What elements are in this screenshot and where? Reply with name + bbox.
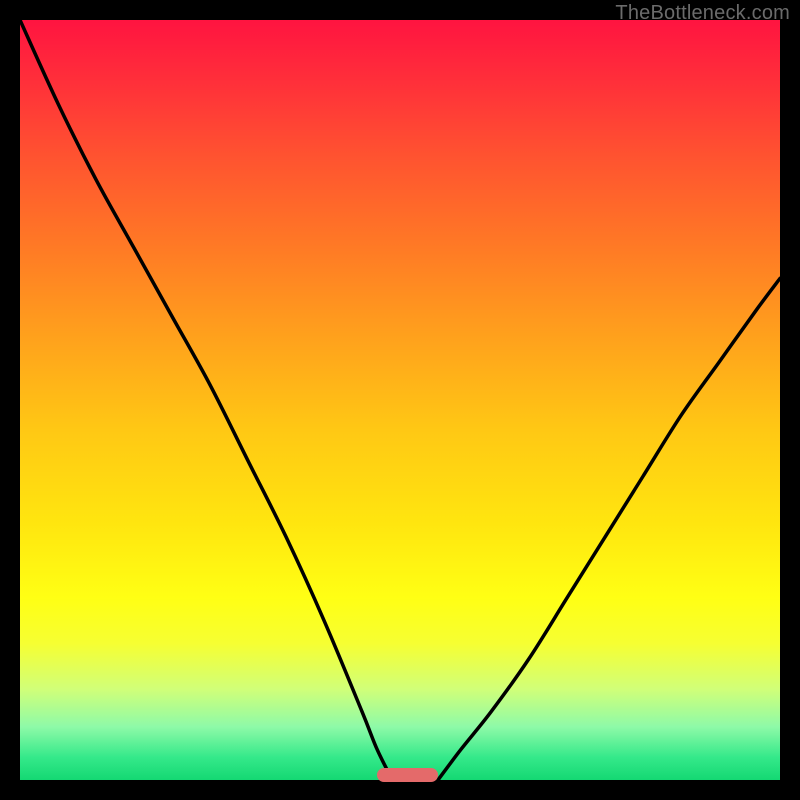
left-curve [20,20,392,780]
curve-layer [20,20,780,780]
chart-frame: TheBottleneck.com [0,0,800,800]
right-curve [438,278,780,780]
bottleneck-marker [377,768,438,782]
plot-area [20,20,780,780]
